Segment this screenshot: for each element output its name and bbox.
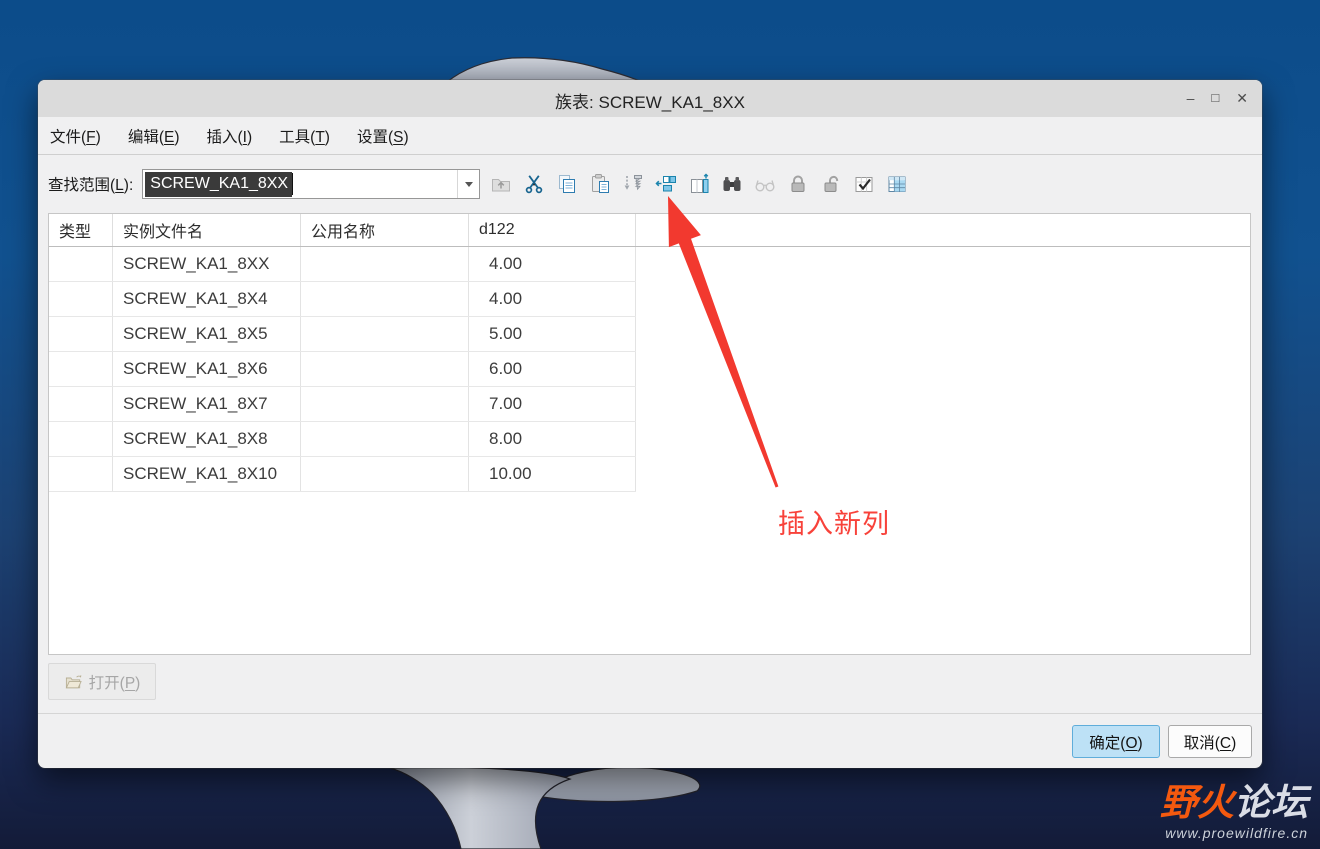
text-cursor xyxy=(292,173,294,195)
insert-column-icon[interactable] xyxy=(654,172,678,196)
toolbar: 查找范围(L): SCREW_KA1_8XX xyxy=(38,155,1262,213)
lock-icon[interactable] xyxy=(786,172,810,196)
watermark: 野火论坛 www.proewildfire.cn xyxy=(1160,782,1308,841)
table-row[interactable]: SCREW_KA1_8X4 4.00 xyxy=(49,282,636,317)
menu-item-edit[interactable]: 编辑(E) xyxy=(128,125,180,147)
toolbar-icons xyxy=(489,172,909,196)
unlock-icon[interactable] xyxy=(819,172,843,196)
column-header-d122[interactable]: d122 xyxy=(469,214,636,246)
cancel-button[interactable]: 取消(C) xyxy=(1168,725,1252,758)
watermark-brand: 野火论坛 xyxy=(1160,782,1308,824)
find-icon[interactable] xyxy=(720,172,744,196)
maximize-button[interactable]: □ xyxy=(1211,87,1219,109)
open-button[interactable]: 打开(P) xyxy=(48,663,156,700)
close-button[interactable]: ✕ xyxy=(1236,87,1248,109)
cut-icon[interactable] xyxy=(522,172,546,196)
watermark-url: www.proewildfire.cn xyxy=(1165,825,1308,841)
menu-bar: 文件(F) 编辑(E) 插入(I) 工具(T) 设置(S) xyxy=(38,117,1262,155)
table-row[interactable]: SCREW_KA1_8X7 7.00 xyxy=(49,387,636,422)
chevron-down-icon xyxy=(464,181,473,187)
copy-icon[interactable] xyxy=(555,172,579,196)
footer-divider xyxy=(38,713,1262,714)
ok-button[interactable]: 确定(O) xyxy=(1072,725,1160,758)
table-row[interactable]: SCREW_KA1_8X5 5.00 xyxy=(49,317,636,352)
paste-icon[interactable] xyxy=(588,172,612,196)
family-table: 类型 实例文件名 公用名称 d122 SCREW_KA1_8XX 4.00 SCR… xyxy=(48,213,1251,655)
search-scope-combobox[interactable]: SCREW_KA1_8XX xyxy=(142,169,481,199)
column-header-common[interactable]: 公用名称 xyxy=(301,214,469,246)
dialog-title: 族表: SCREW_KA1_8XX xyxy=(555,93,745,112)
table-row[interactable]: SCREW_KA1_8X6 6.00 xyxy=(49,352,636,387)
menu-item-file[interactable]: 文件(F) xyxy=(50,125,101,147)
preview-glasses-icon[interactable] xyxy=(753,172,777,196)
menu-item-tools[interactable]: 工具(T) xyxy=(279,125,330,147)
verify-instances-icon[interactable] xyxy=(852,172,876,196)
insert-instance-icon[interactable] xyxy=(621,172,645,196)
table-row[interactable]: SCREW_KA1_8X10 10.00 xyxy=(49,457,636,492)
open-button-label: 打开(P) xyxy=(88,674,141,692)
column-header-instance[interactable]: 实例文件名 xyxy=(113,214,301,246)
open-folder-icon xyxy=(65,674,82,688)
menu-item-insert[interactable]: 插入(I) xyxy=(207,125,253,147)
search-scope-value: SCREW_KA1_8XX xyxy=(145,171,293,197)
edit-table-icon[interactable] xyxy=(885,172,909,196)
table-row[interactable]: SCREW_KA1_8X8 8.00 xyxy=(49,422,636,457)
column-header-type[interactable]: 类型 xyxy=(49,214,113,246)
combobox-dropdown-button[interactable] xyxy=(457,170,479,198)
table-header-row: 类型 实例文件名 公用名称 d122 xyxy=(49,214,1250,247)
menu-item-settings[interactable]: 设置(S) xyxy=(357,125,409,147)
column-up-icon[interactable] xyxy=(687,172,711,196)
dialog-titlebar[interactable]: 族表: SCREW_KA1_8XX – □ ✕ xyxy=(38,80,1262,117)
folder-up-icon[interactable] xyxy=(489,172,513,196)
search-scope-label: 查找范围(L): xyxy=(48,177,134,194)
minimize-button[interactable]: – xyxy=(1187,87,1195,109)
table-row[interactable]: SCREW_KA1_8XX 4.00 xyxy=(49,247,636,282)
desktop-background: 族表: SCREW_KA1_8XX – □ ✕ 文件(F) 编辑(E) 插入(I… xyxy=(0,0,1320,849)
family-table-dialog: 族表: SCREW_KA1_8XX – □ ✕ 文件(F) 编辑(E) 插入(I… xyxy=(38,80,1262,768)
